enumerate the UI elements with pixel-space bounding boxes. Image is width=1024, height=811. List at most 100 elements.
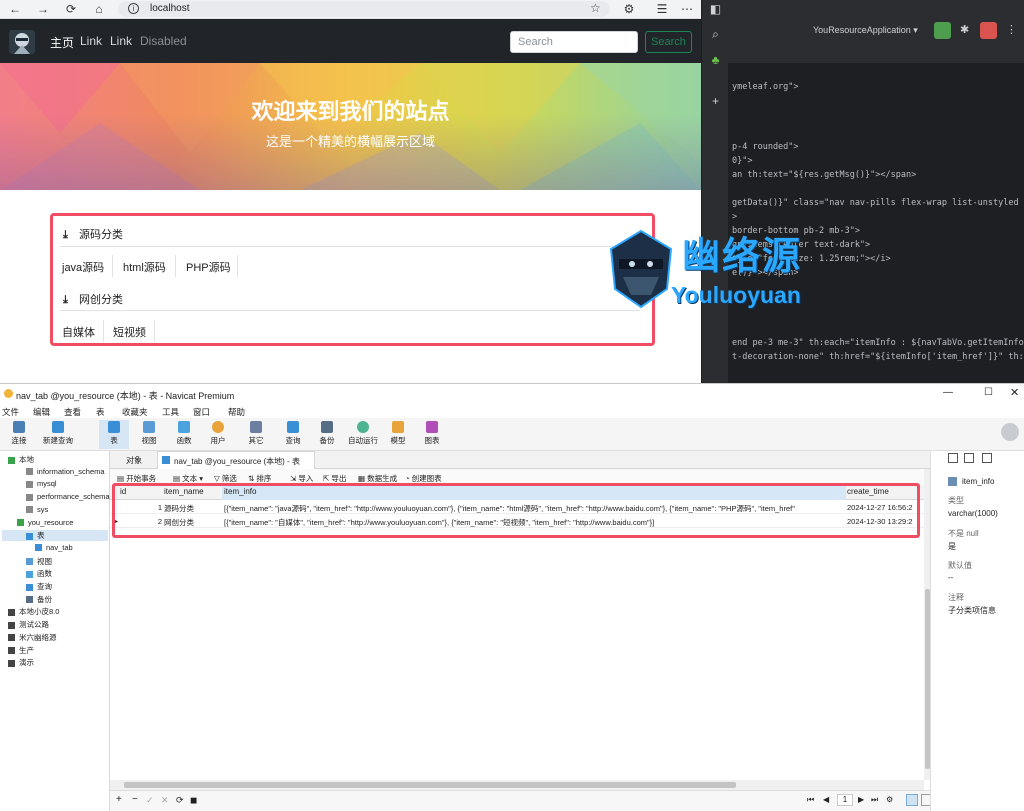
- connect-button[interactable]: 连接: [4, 420, 34, 446]
- menu-file[interactable]: 文件: [2, 406, 19, 418]
- tree-item[interactable]: 米六幽络源: [8, 632, 57, 643]
- new-query-button[interactable]: 新建查询: [40, 420, 76, 446]
- menu-edit[interactable]: 编辑: [33, 406, 50, 418]
- favorites-icon[interactable]: ☰: [655, 2, 669, 16]
- chart-button[interactable]: 图表: [417, 420, 447, 446]
- first-page-icon[interactable]: ⏮: [807, 795, 814, 805]
- menu-view[interactable]: 查看: [64, 406, 81, 418]
- add-record-icon[interactable]: +: [116, 794, 122, 805]
- run-config-selector[interactable]: YouResourceApplication ▾: [813, 25, 918, 36]
- category-link-php[interactable]: PHP源码: [186, 259, 231, 275]
- settings-icon[interactable]: ⚙: [886, 795, 893, 804]
- extension-icon[interactable]: ⚙: [622, 2, 636, 16]
- ddl-icon[interactable]: [964, 453, 974, 463]
- query-button[interactable]: 查询: [278, 420, 308, 446]
- debug-icon[interactable]: ✱: [960, 23, 969, 36]
- stop-icon[interactable]: ◼: [190, 795, 197, 806]
- sidebar-toggle-icon[interactable]: ◧: [708, 2, 723, 17]
- home-icon[interactable]: ⌂: [92, 2, 106, 16]
- delete-record-icon[interactable]: −: [132, 794, 138, 805]
- nav-link-home[interactable]: 主页: [50, 34, 74, 51]
- tree-item-label: 生产: [19, 645, 34, 655]
- minimize-icon[interactable]: —: [943, 387, 953, 398]
- other-button[interactable]: 其它: [241, 420, 271, 446]
- tree-item-label: 表: [37, 531, 45, 541]
- watermark: 幽络源 Youluoyuan: [605, 225, 850, 310]
- menu-dots-icon[interactable]: ⋯: [680, 2, 694, 16]
- run-button[interactable]: [934, 22, 951, 39]
- site-logo[interactable]: [9, 30, 35, 54]
- page-number-input[interactable]: 1: [837, 794, 853, 806]
- site-info-icon[interactable]: i: [128, 3, 139, 14]
- last-page-icon[interactable]: ⏭: [871, 795, 878, 805]
- code-editor[interactable]: ymeleaf.org"> p-4 rounded"> 0}"> an th:text…: [728, 63, 1024, 383]
- tree-item[interactable]: 表: [2, 530, 108, 542]
- tab-nav-tab[interactable]: nav_tab @you_resource (本地) - 表: [157, 451, 315, 469]
- category-link-java[interactable]: java源码: [62, 259, 104, 275]
- tab-objects[interactable]: 对象: [126, 455, 142, 466]
- tree-item[interactable]: 测试公路: [8, 619, 49, 630]
- nav-link-2[interactable]: Link: [110, 34, 132, 48]
- category-link-video[interactable]: 短视频: [113, 324, 146, 340]
- tree-item[interactable]: 演示: [8, 657, 34, 668]
- more-icon[interactable]: ⋮: [1006, 23, 1017, 36]
- back-arrow-icon[interactable]: ←: [8, 2, 22, 16]
- category-link-media[interactable]: 自媒体: [62, 324, 95, 340]
- scroll-thumb[interactable]: [124, 782, 736, 788]
- reload-icon[interactable]: ⟳: [64, 2, 78, 16]
- automation-button[interactable]: 自动运行: [345, 420, 381, 446]
- preview-icon[interactable]: [982, 453, 992, 463]
- maximize-icon[interactable]: ☐: [984, 387, 993, 398]
- next-page-icon[interactable]: ▶: [858, 795, 864, 804]
- tree-item[interactable]: performance_schema: [26, 492, 110, 501]
- search-icon[interactable]: ⌕: [708, 27, 723, 42]
- tree-item[interactable]: you_resource: [17, 518, 73, 527]
- category-link-html[interactable]: html源码: [123, 259, 166, 275]
- site-search-input[interactable]: Search: [510, 31, 638, 53]
- tree-item[interactable]: 生产: [8, 645, 34, 656]
- tree-item[interactable]: 本地: [8, 454, 34, 465]
- toolbar-label: 模型: [390, 436, 406, 445]
- refresh-icon[interactable]: ⟳: [176, 795, 184, 806]
- avatar[interactable]: [1001, 423, 1019, 441]
- close-icon[interactable]: ✕: [1010, 386, 1019, 399]
- tree-item[interactable]: nav_tab: [35, 543, 73, 552]
- bookmark-star-icon[interactable]: ☆: [590, 1, 601, 15]
- function-button[interactable]: 函数: [169, 420, 199, 446]
- type-label: 类型: [948, 496, 964, 505]
- backup-button[interactable]: 备份: [312, 420, 342, 446]
- view-button[interactable]: 视图: [134, 420, 164, 446]
- discard-icon[interactable]: ✕: [161, 795, 169, 806]
- menu-table[interactable]: 表: [96, 406, 105, 418]
- menu-help[interactable]: 帮助: [228, 406, 245, 418]
- stop-button[interactable]: [980, 22, 997, 39]
- tree-item[interactable]: sys: [26, 505, 48, 514]
- run-config-name: YouResourceApplication: [813, 25, 911, 35]
- menu-tools[interactable]: 工具: [162, 406, 179, 418]
- apply-icon[interactable]: ✓: [146, 795, 154, 806]
- model-button[interactable]: 模型: [383, 420, 413, 446]
- forward-arrow-icon[interactable]: →: [36, 2, 50, 16]
- info-icon[interactable]: [948, 453, 958, 463]
- tree-item[interactable]: mysql: [26, 479, 57, 488]
- tree-item[interactable]: 备份: [26, 594, 52, 605]
- tree-item[interactable]: 本地小皮8.0: [8, 606, 59, 617]
- tree-item[interactable]: information_schema: [26, 467, 105, 476]
- tree-item-label: 本地小皮8.0: [19, 607, 60, 617]
- site-search-button[interactable]: Search: [645, 31, 692, 53]
- add-icon[interactable]: +: [708, 94, 723, 109]
- user-button[interactable]: 用户: [203, 420, 233, 446]
- tree-item[interactable]: 函数: [26, 568, 52, 579]
- horizontal-scrollbar[interactable]: [110, 780, 924, 790]
- prev-page-icon[interactable]: ◀: [823, 795, 829, 804]
- nav-link-1[interactable]: Link: [80, 34, 102, 48]
- tree-item[interactable]: 查询: [26, 581, 52, 592]
- menu-window[interactable]: 窗口: [193, 406, 210, 418]
- address-bar[interactable]: i localhost ☆: [118, 1, 610, 17]
- tree-icon[interactable]: ♣: [708, 53, 723, 68]
- menu-favorites[interactable]: 收藏夹: [122, 406, 148, 418]
- grid-view-icon[interactable]: [906, 794, 918, 806]
- table-button[interactable]: 表: [99, 420, 129, 449]
- tree-item-label: 米六幽络源: [19, 632, 57, 642]
- tree-item[interactable]: 视图: [26, 556, 52, 567]
